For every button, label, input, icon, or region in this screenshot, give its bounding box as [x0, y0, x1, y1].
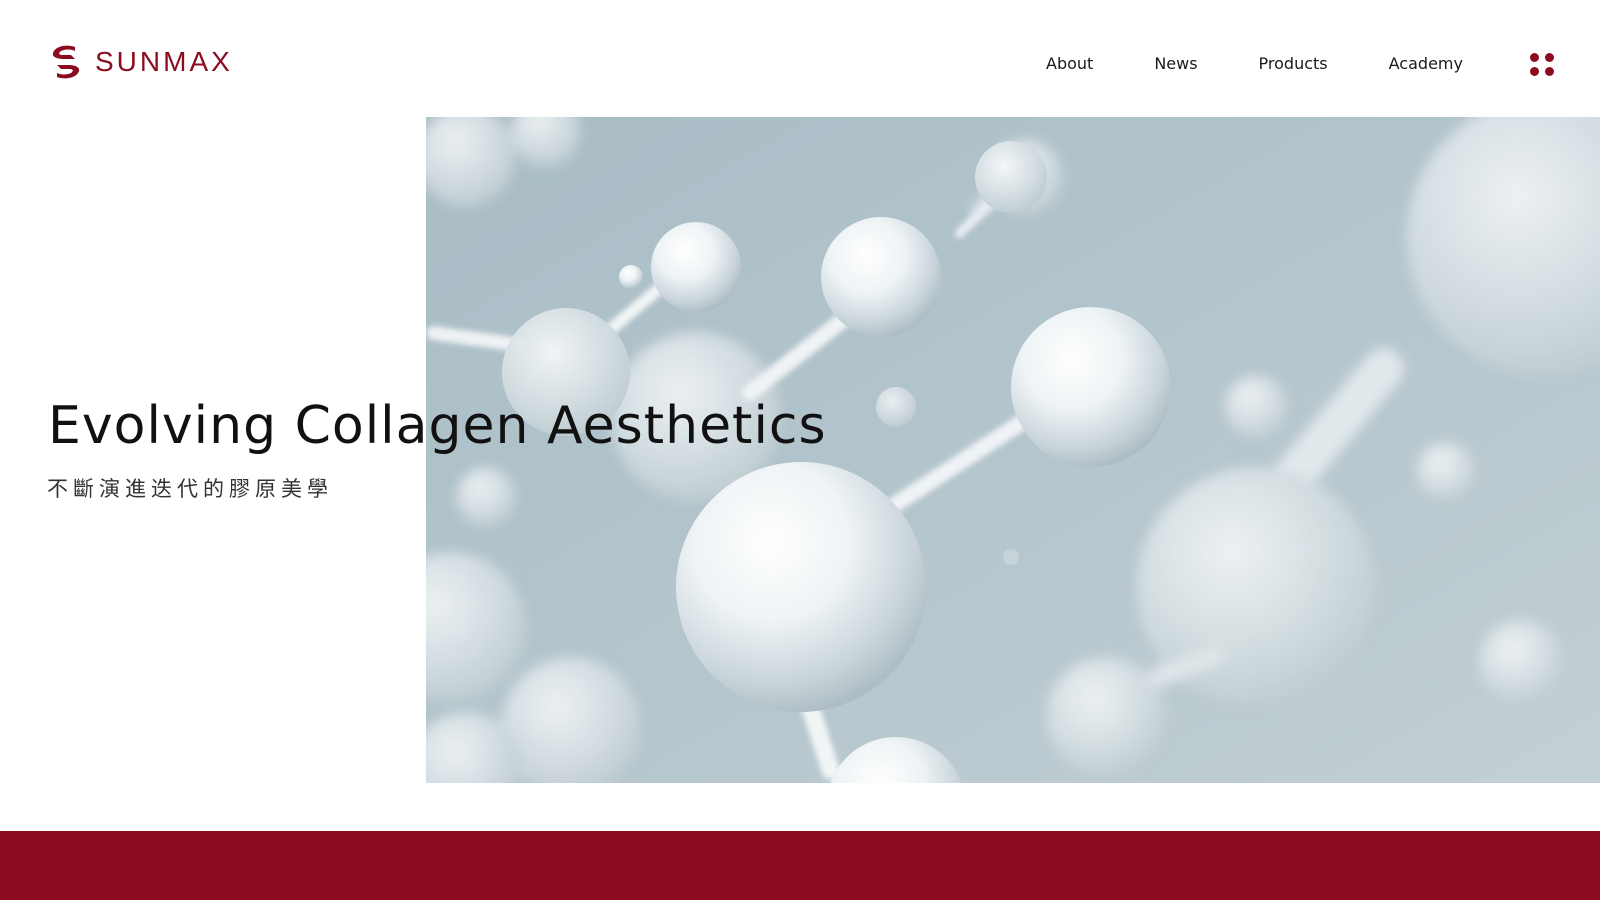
nav-item-products[interactable]: Products	[1259, 50, 1328, 78]
site-header: SUNMAX About News Products Academy	[0, 0, 1600, 117]
menu-dot	[1545, 53, 1554, 62]
brand-logo-link[interactable]: SUNMAX	[45, 44, 233, 80]
nav-item-about[interactable]: About	[1046, 50, 1093, 78]
footer-band	[0, 831, 1600, 900]
nav-item-academy[interactable]: Academy	[1389, 50, 1463, 78]
dots-grid-menu-icon[interactable]	[1528, 52, 1556, 80]
menu-dot	[1545, 67, 1554, 76]
hero-subtitle: 不斷演進迭代的膠原美學	[47, 477, 333, 501]
hero-title: Evolving Collagen Aesthetics	[48, 396, 827, 456]
menu-dot	[1530, 53, 1539, 62]
sunmax-s-logo-icon	[47, 45, 85, 79]
page: SUNMAX About News Products Academy Evolv…	[0, 0, 1600, 900]
menu-dot	[1530, 67, 1539, 76]
main-nav: About News Products Academy	[1046, 50, 1463, 78]
nav-item-news[interactable]: News	[1154, 50, 1197, 78]
brand-name: SUNMAX	[95, 46, 233, 77]
